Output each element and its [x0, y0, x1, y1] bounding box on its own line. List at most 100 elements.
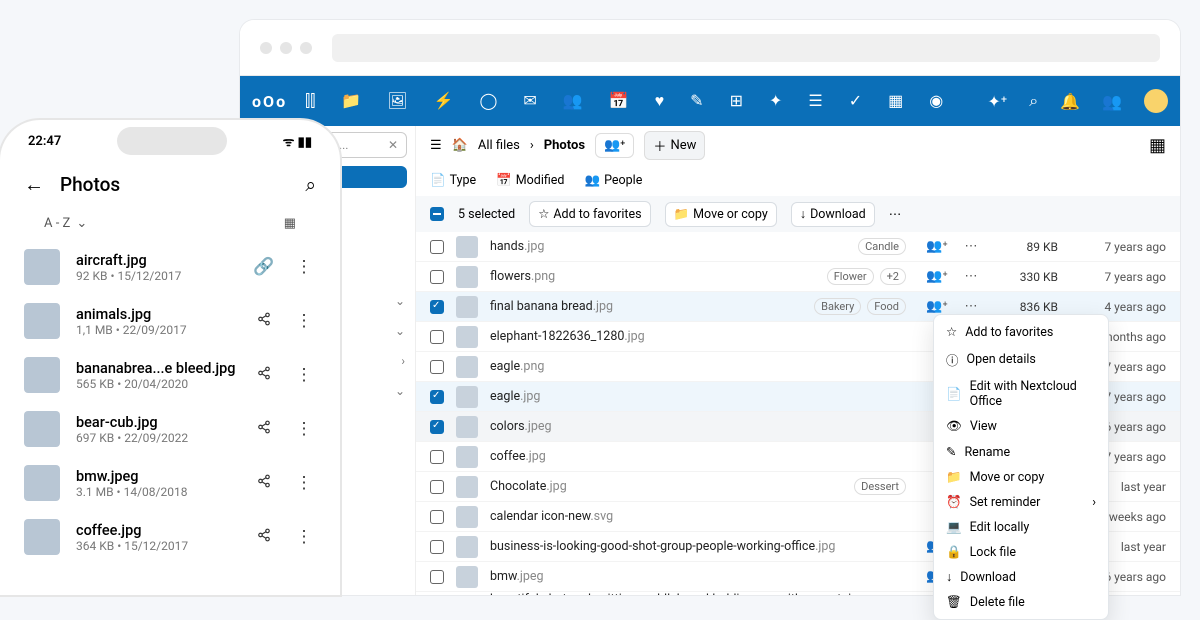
row-checkbox[interactable]: [430, 270, 444, 284]
calendar-icon[interactable]: 📅: [609, 91, 629, 111]
row-checkbox[interactable]: [430, 390, 444, 404]
menu-set-reminder[interactable]: ⏰ Set reminder›: [934, 490, 1108, 515]
back-icon[interactable]: ←: [24, 172, 44, 197]
view-grid-icon[interactable]: ▦: [1149, 135, 1166, 156]
menu-open-details[interactable]: ⓘ Open details: [934, 345, 1108, 374]
phone-more-icon[interactable]: ⋮: [292, 527, 316, 547]
file-name[interactable]: eagle.jpg: [490, 389, 894, 404]
menu-view[interactable]: 👁 View: [934, 414, 1108, 439]
clear-icon[interactable]: ✕: [388, 138, 398, 152]
more-actions-icon[interactable]: ⋯: [889, 206, 902, 222]
menu-edit-office[interactable]: 📄 Edit with Nextcloud Office: [934, 374, 1108, 414]
phone-more-icon[interactable]: ⋮: [292, 311, 316, 331]
deck-icon[interactable]: ⊞: [730, 91, 743, 111]
phone-file-item[interactable]: bear-cub.jpg697 KB • 22/09/2022⋮: [0, 402, 340, 456]
user-avatar[interactable]: [1144, 89, 1168, 113]
new-button[interactable]: ＋ New: [644, 131, 705, 160]
file-row[interactable]: flowers.pngFlower+2👥⁺⋯330 KB7 years ago: [416, 262, 1180, 292]
favorites-icon[interactable]: ♥: [655, 91, 665, 111]
menu-move-copy[interactable]: 📁 Move or copy: [934, 465, 1108, 490]
file-tag[interactable]: Food: [867, 298, 906, 315]
row-checkbox[interactable]: [430, 450, 444, 464]
menu-edit-locally[interactable]: 💻 Edit locally: [934, 515, 1108, 540]
more-icon[interactable]: ⋯: [960, 239, 982, 254]
file-tag[interactable]: Dessert: [854, 478, 906, 495]
file-name[interactable]: flowers.png: [490, 269, 815, 284]
photos-icon[interactable]: 🖼: [387, 91, 407, 111]
file-row[interactable]: hands.jpgCandle👥⁺⋯89 KB7 years ago: [416, 232, 1180, 262]
file-name[interactable]: business-is-looking-good-shot-group-peop…: [490, 539, 894, 554]
phone-action-icon[interactable]: [252, 419, 276, 439]
file-tag[interactable]: Flower: [827, 268, 874, 285]
filter-people[interactable]: 👥 People: [585, 173, 643, 188]
phone-search-icon[interactable]: ⌕: [305, 173, 316, 196]
address-bar[interactable]: [332, 34, 1160, 62]
phone-grid-icon[interactable]: ▦: [284, 216, 296, 231]
phone-action-icon[interactable]: 🔗: [252, 257, 276, 277]
share-crumb-button[interactable]: 👥⁺: [595, 133, 634, 158]
menu-delete[interactable]: 🗑 Delete file: [934, 590, 1108, 615]
contacts-menu-icon[interactable]: 👥: [1102, 92, 1122, 111]
mail-icon[interactable]: ✉: [523, 91, 536, 111]
phone-more-icon[interactable]: ⋮: [292, 473, 316, 493]
search-icon[interactable]: ⌕: [1029, 91, 1038, 111]
filter-type[interactable]: 📄 Type: [430, 173, 476, 188]
file-name[interactable]: beautiful-shot-male-sitting-paddleboard-…: [490, 592, 894, 596]
menu-rename[interactable]: ✎ Rename: [934, 439, 1108, 465]
home-icon[interactable]: 🏠: [452, 138, 468, 153]
share-icon[interactable]: 👥⁺: [926, 239, 948, 254]
file-tag[interactable]: Candle: [858, 238, 906, 255]
phone-more-icon[interactable]: ⋮: [292, 365, 316, 385]
file-name[interactable]: bmw.jpeg: [490, 569, 894, 584]
file-name[interactable]: colors.jpeg: [490, 419, 894, 434]
phone-more-icon[interactable]: ⋮: [292, 419, 316, 439]
row-checkbox[interactable]: [430, 330, 444, 344]
menu-lock-file[interactable]: 🔒 Lock file: [934, 540, 1108, 565]
phone-sort[interactable]: A - Z: [44, 216, 70, 231]
chevron-down-icon[interactable]: ⌄: [76, 216, 87, 231]
talk-icon[interactable]: ◯: [480, 91, 498, 111]
share-icon[interactable]: 👥⁺: [926, 299, 948, 314]
download-button[interactable]: ↓ Download: [791, 202, 875, 227]
breadcrumb-root[interactable]: All files: [478, 138, 520, 153]
row-checkbox[interactable]: [430, 360, 444, 374]
breadcrumb-current[interactable]: Photos: [544, 138, 585, 153]
assist-icon[interactable]: ✦⁺: [987, 92, 1007, 111]
phone-action-icon[interactable]: [252, 473, 276, 493]
tables-icon[interactable]: ▦: [888, 91, 903, 111]
file-name[interactable]: final banana bread.jpg: [490, 299, 802, 314]
contacts-icon[interactable]: 👥: [563, 91, 583, 111]
menu-download[interactable]: ↓ Download: [934, 565, 1108, 590]
tasks-icon[interactable]: ✓: [849, 91, 862, 111]
file-name[interactable]: Chocolate.jpg: [490, 479, 842, 494]
file-name[interactable]: hands.jpg: [490, 239, 846, 254]
phone-file-item[interactable]: animals.jpg1,1 MB • 22/09/2017⋮: [0, 294, 340, 348]
menu-add-favorites[interactable]: ☆ Add to favorites: [934, 319, 1108, 345]
phone-more-icon[interactable]: ⋮: [292, 257, 316, 277]
select-all-checkbox[interactable]: [430, 207, 444, 221]
move-copy-button[interactable]: 📁 Move or copy: [665, 202, 777, 227]
more-icon[interactable]: ⋯: [960, 269, 982, 284]
file-tag[interactable]: Bakery: [814, 298, 861, 315]
file-name[interactable]: coffee.jpg: [490, 449, 894, 464]
add-favorites-button[interactable]: ☆ Add to favorites: [529, 201, 650, 227]
row-checkbox[interactable]: [430, 300, 444, 314]
maps-icon[interactable]: ◉: [929, 91, 943, 111]
row-checkbox[interactable]: [430, 420, 444, 434]
files-icon[interactable]: 📁: [341, 91, 361, 111]
file-name[interactable]: eagle.png: [490, 359, 894, 374]
dashboard-icon[interactable]: ⫿⫿: [305, 91, 315, 111]
phone-file-item[interactable]: aircraft.jpg92 KB • 15/12/2017🔗⋮: [0, 240, 340, 294]
filter-modified[interactable]: 📅 Modified: [496, 173, 564, 188]
share-icon[interactable]: 👥⁺: [926, 269, 948, 284]
file-name[interactable]: calendar icon-new.svg: [490, 509, 894, 524]
phone-file-item[interactable]: coffee.jpg364 KB • 15/12/2017⋮: [0, 510, 340, 564]
nextcloud-logo[interactable]: oOo: [252, 92, 287, 111]
phone-file-item[interactable]: bananabrea...e bleed.jpg565 KB • 20/04/2…: [0, 348, 340, 402]
window-controls[interactable]: [260, 42, 312, 54]
file-name[interactable]: elephant-1822636_1280.jpg: [490, 329, 894, 344]
row-checkbox[interactable]: [430, 510, 444, 524]
more-icon[interactable]: ⋯: [960, 299, 982, 314]
row-checkbox[interactable]: [430, 240, 444, 254]
star-icon[interactable]: ✦: [769, 91, 782, 111]
